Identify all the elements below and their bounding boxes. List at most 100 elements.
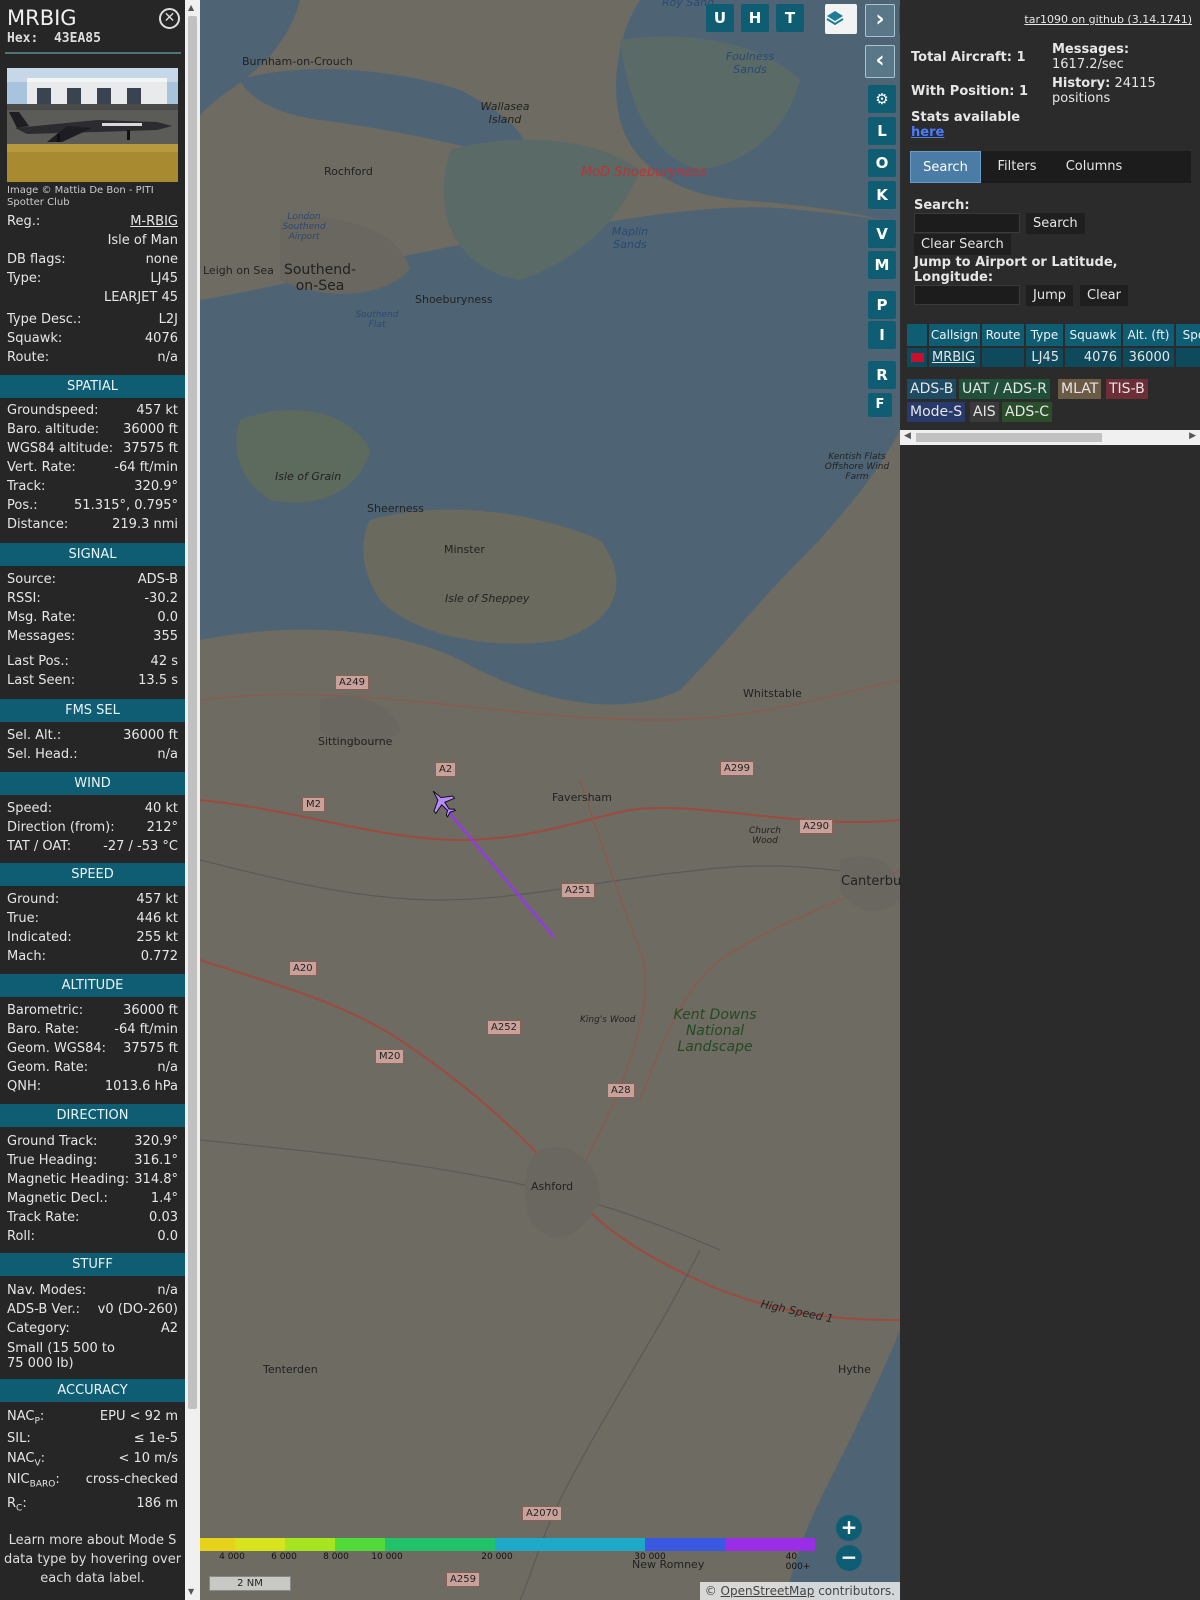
jump-button[interactable]: Jump [1026, 285, 1073, 306]
map-place-label: Burnham-on-Crouch [242, 55, 353, 68]
sidebar-tabs: Search Filters Columns [910, 151, 1191, 183]
table-header[interactable]: Route [982, 324, 1024, 346]
signal-row: Messages: 355 [7, 629, 178, 644]
toggle-u-button[interactable]: U [706, 4, 734, 32]
expand-sidebar-icon[interactable]: › [865, 4, 895, 37]
map-place-label: Rochford [324, 165, 373, 178]
road-shield: A28 [607, 1083, 635, 1098]
history-stat: History: 24115 positions [1052, 76, 1156, 106]
road-shield: A251 [561, 883, 595, 898]
messages-stat: Messages: 1617.2/sec [1052, 42, 1130, 72]
toggle-o-button[interactable]: O [868, 149, 896, 177]
table-speed [1176, 348, 1200, 367]
clear-search-button[interactable]: Clear Search [914, 234, 1011, 255]
table-header[interactable]: Squawk [1065, 324, 1121, 346]
toggle-p-button[interactable]: P [868, 291, 896, 319]
tab-filters[interactable]: Filters [984, 151, 1050, 183]
search-button[interactable]: Search [1026, 213, 1085, 234]
registration-link[interactable]: M-RBIG [130, 213, 178, 231]
search-input[interactable] [914, 213, 1020, 233]
altitude-tick: 8 000 [323, 1552, 349, 1562]
source-badge-ais: AIS [970, 402, 999, 422]
map-place-label: Southend Flat [355, 310, 399, 330]
github-link[interactable]: tar1090 on github (3.14.1741) [1024, 13, 1192, 26]
scroll-down-icon[interactable]: ▼ [188, 1587, 194, 1596]
road-shield: A259 [446, 1572, 480, 1587]
scroll-left-icon[interactable]: ◀ [904, 431, 911, 441]
map-place-label: King's Wood [580, 1015, 636, 1025]
map-place-label: Faversham [552, 791, 613, 804]
info-panel-scrollbar[interactable]: ▲ ▼ [185, 0, 200, 1600]
toggle-k-button[interactable]: K [868, 181, 896, 209]
accuracy-row: RC: 186 m [7, 1496, 178, 1514]
map-place-label: Minster [444, 543, 485, 556]
table-header[interactable]: Alt. (ft) [1123, 324, 1174, 346]
signal-row: Last Seen: 13.5 s [7, 673, 178, 688]
osm-link[interactable]: OpenStreetMap [721, 1584, 815, 1598]
close-icon[interactable]: ✕ [159, 8, 180, 29]
zoom-in-icon[interactable]: + [836, 1515, 862, 1541]
table-row[interactable] [907, 348, 927, 367]
tab-columns[interactable]: Columns [1053, 151, 1135, 183]
scrollbar-thumb[interactable] [916, 433, 1102, 442]
toggle-i-button[interactable]: I [868, 321, 896, 349]
speed-row: Mach: 0.772 [7, 949, 178, 964]
layers-icon[interactable] [825, 4, 857, 34]
spatial-row: Track: 320.9° [7, 479, 178, 494]
detail-row: DB flags: none [7, 252, 178, 267]
jump-input[interactable] [914, 285, 1020, 305]
speed-row: True: 446 kt [7, 911, 178, 926]
stats-available: Stats available here [911, 110, 1021, 140]
toggle-f-button[interactable]: F [868, 393, 892, 417]
settings-gear-icon[interactable]: ⚙ [868, 85, 896, 113]
scroll-right-icon[interactable]: ▶ [1189, 431, 1196, 441]
map-place-label: Kent Downs National Landscape [673, 1007, 757, 1055]
altitude-tick: 6 000 [271, 1552, 297, 1562]
table-callsign[interactable]: MRBIG [929, 348, 980, 367]
map-place-label: Sheerness [367, 502, 425, 515]
stuff-row: ADS-B Ver.: v0 (DO-260) [7, 1302, 178, 1317]
source-badge-tisb: TIS-B [1106, 379, 1148, 399]
section-header-signal: SIGNAL [0, 543, 185, 566]
map-place-label: Maplin Sands [611, 225, 649, 251]
table-header[interactable]: Type [1026, 324, 1063, 346]
section-header-wind: WIND [0, 772, 185, 795]
map-place-label: Ashford [531, 1180, 574, 1193]
accuracy-row: SIL: ≤ 1e-5 [7, 1431, 178, 1446]
fms-row: Sel. Head.: n/a [7, 747, 178, 762]
toggle-r-button[interactable]: R [868, 361, 896, 389]
accuracy-row: NACV: < 10 m/s [7, 1451, 178, 1469]
signal-row: Last Pos.: 42 s [7, 654, 178, 669]
detail-row: LEARJET 45 [103, 290, 178, 305]
altitude-tick: 30 000 [634, 1552, 666, 1562]
direction-row: Magnetic Heading: 314.8° [7, 1172, 178, 1187]
scroll-up-icon[interactable]: ▲ [188, 3, 194, 12]
toggle-l-button[interactable]: L [868, 117, 896, 145]
toggle-v-button[interactable]: V [868, 220, 896, 248]
scrollbar-thumb[interactable] [188, 16, 197, 1409]
table-type: LJ45 [1026, 348, 1063, 367]
toggle-t-button[interactable]: T [776, 4, 804, 32]
map-view[interactable]: Burnham-on-Crouch Foulness Sands Wallase… [200, 0, 900, 1600]
toggle-h-button[interactable]: H [741, 4, 769, 32]
toggle-m-button[interactable]: M [868, 251, 896, 279]
table-header[interactable]: Callsign [929, 324, 980, 346]
clear-button[interactable]: Clear [1080, 285, 1128, 306]
tab-search[interactable]: Search [910, 151, 981, 183]
stats-link[interactable]: here [911, 125, 944, 140]
search-label: Search: [914, 198, 970, 213]
zoom-out-icon[interactable]: − [836, 1545, 862, 1571]
road-shield: A249 [335, 675, 369, 690]
aircraft-photo[interactable] [7, 68, 178, 182]
photo-credit: Image © Mattia De Bon - PITI Spotter Clu… [7, 185, 154, 208]
table-altitude: 36000 [1123, 348, 1174, 367]
spatial-row: WGS84 altitude: 37575 ft [7, 441, 178, 456]
table-horizontal-scrollbar[interactable]: ◀ ▶ [900, 430, 1200, 445]
table-header[interactable] [907, 324, 927, 346]
signal-row: Msg. Rate: 0.0 [7, 610, 178, 625]
collapse-sidebar-icon[interactable]: ‹ [865, 45, 895, 78]
map-place-label: London Southend Airport [282, 212, 326, 242]
table-header[interactable]: Spd. [1176, 324, 1200, 346]
fms-row: Sel. Alt.: 36000 ft [7, 728, 178, 743]
altitude-row: QNH: 1013.6 hPa [7, 1079, 178, 1094]
